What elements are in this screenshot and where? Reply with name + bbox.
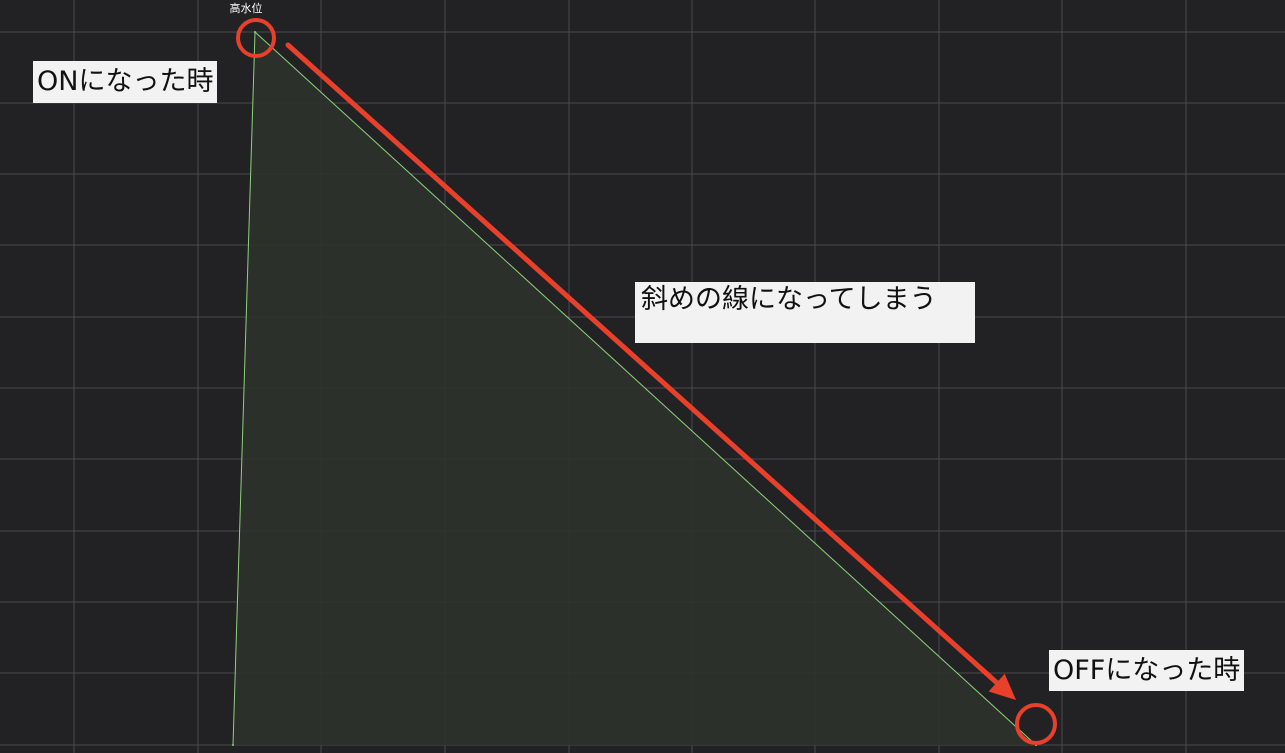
slope-annotation-label: 斜めの線になってしまう <box>635 282 975 343</box>
off-point-circle <box>1015 703 1057 745</box>
area-chart: 高水位 <box>0 0 1285 753</box>
on-annotation-label: ONになった時 <box>33 61 218 103</box>
data-point <box>232 744 234 746</box>
chart-canvas: 高水位 ONになった時 斜めの線になってしまう OFFになった時 <box>0 0 1285 753</box>
data-point <box>254 31 256 33</box>
series-label: 高水位 <box>230 1 263 15</box>
off-annotation-label: OFFになった時 <box>1049 650 1245 691</box>
